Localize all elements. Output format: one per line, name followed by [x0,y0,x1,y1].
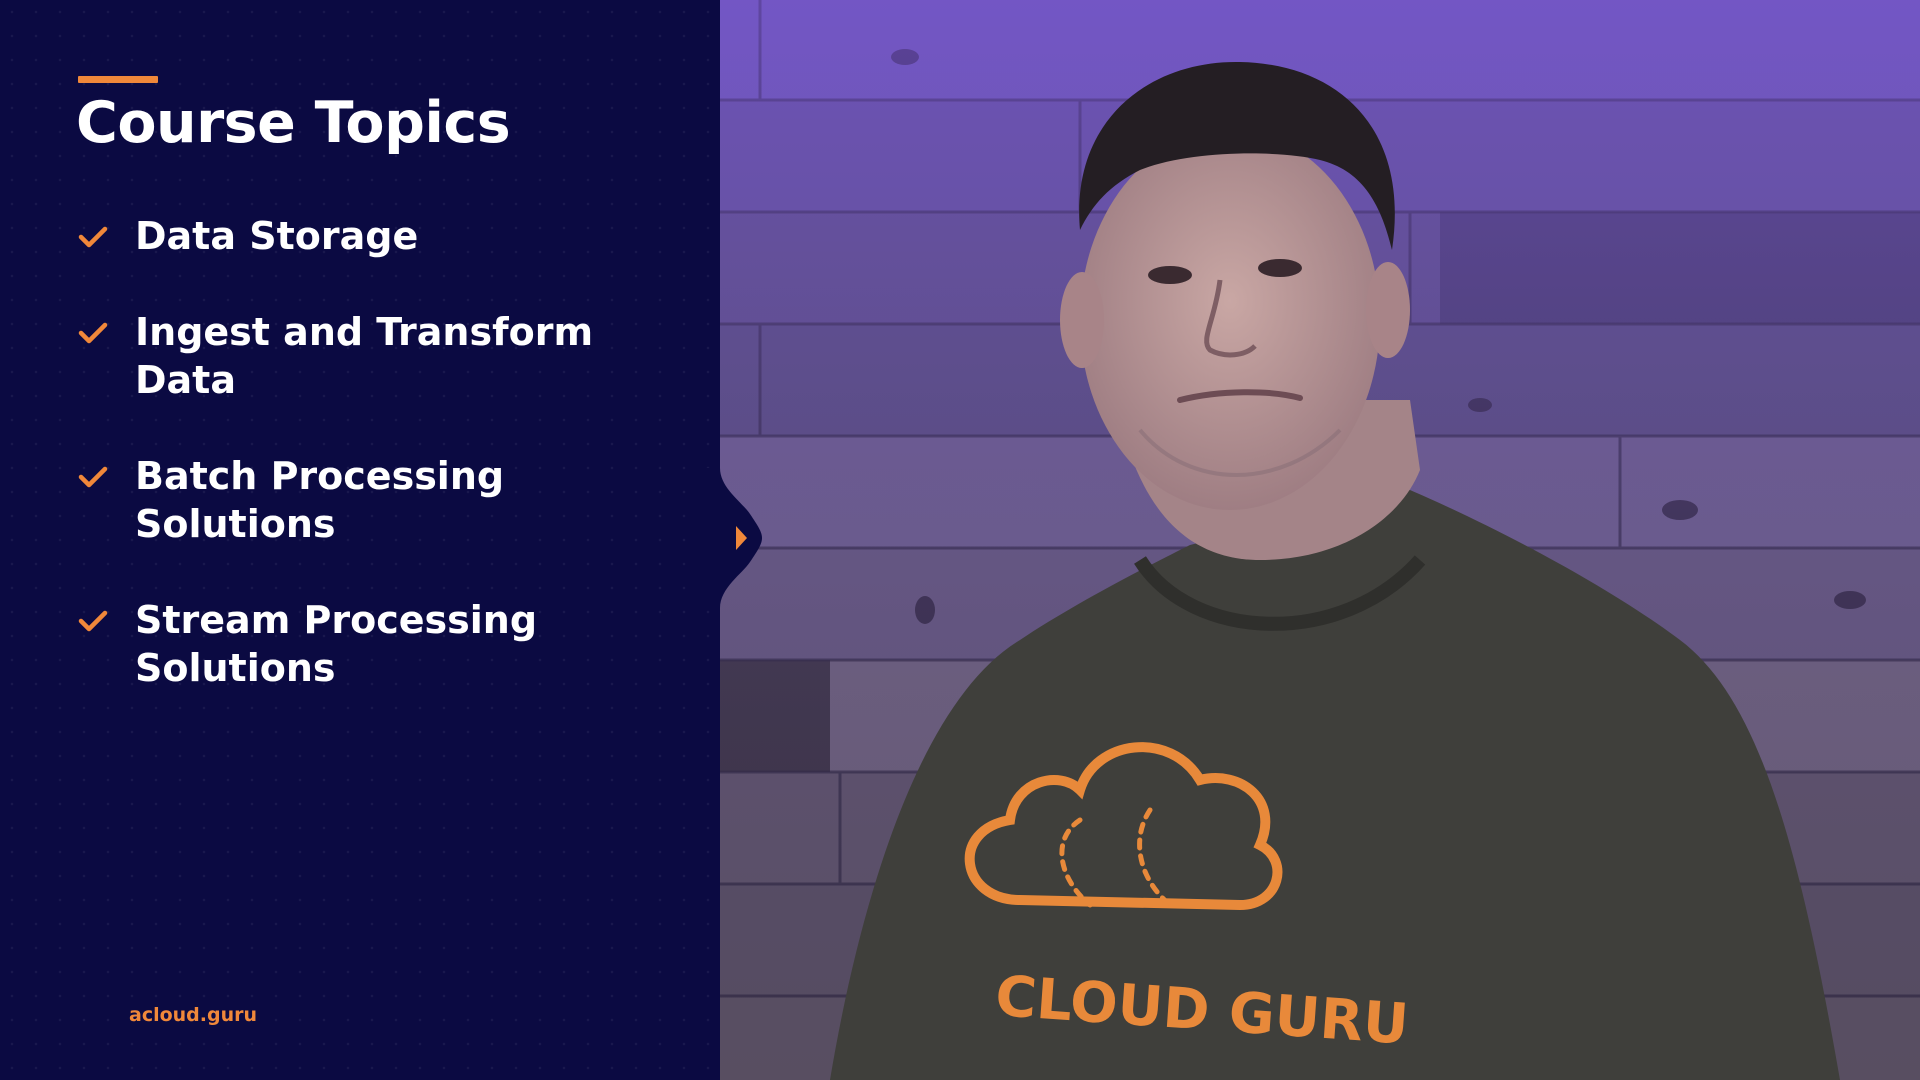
title-accent-bar [78,76,158,83]
brand-logo: acloud.guru [129,1004,258,1026]
panel-notch [700,468,762,608]
topic-label: Batch Processing Solutions [135,454,505,546]
presenter-video: CLOUD GURU [720,0,1920,1080]
presenter-scene: CLOUD GURU [720,0,1920,1080]
topic-label: Stream Processing Solutions [135,598,538,690]
check-icon [78,322,108,344]
slide-panel: Course Topics Data Storage Ingest and Tr… [0,0,720,1080]
topic-item: Batch Processing Solutions [78,452,698,548]
check-icon [78,466,108,488]
check-icon [78,610,108,632]
check-icon [78,226,108,248]
topic-label: Ingest and Transform Data [135,310,594,402]
topic-item: Data Storage [78,212,698,260]
slide-title: Course Topics [76,90,511,156]
video-frame: Course Topics Data Storage Ingest and Tr… [0,0,1920,1080]
topic-list: Data Storage Ingest and Transform Data B… [78,212,698,740]
topic-item: Ingest and Transform Data [78,308,698,404]
topic-label: Data Storage [135,214,419,258]
topic-item: Stream Processing Solutions [78,596,698,692]
